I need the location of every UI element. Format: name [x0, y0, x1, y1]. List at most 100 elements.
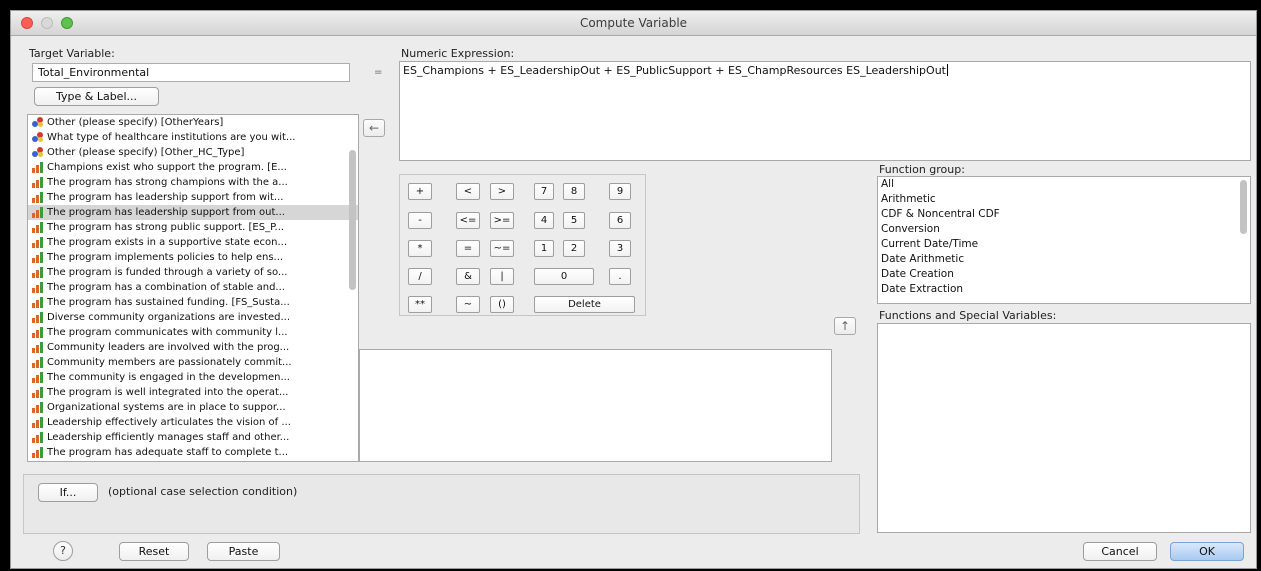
key-greater-equal[interactable]: >=: [490, 212, 514, 229]
variable-list-item[interactable]: Other (please specify) [OtherYears]: [28, 115, 358, 130]
function-group-label: Function group:: [879, 163, 965, 176]
variable-list-item[interactable]: The program exists in a supportive state…: [28, 235, 358, 250]
function-group-item[interactable]: Arithmetic: [878, 192, 1250, 207]
variable-list-item[interactable]: The program is well integrated into the …: [28, 385, 358, 400]
variable-list[interactable]: Other (please specify) [OtherYears] What …: [27, 114, 359, 462]
function-group-item[interactable]: Date Extraction: [878, 282, 1250, 297]
key-plus[interactable]: +: [408, 183, 432, 200]
target-variable-input[interactable]: [32, 63, 350, 82]
variable-list-item[interactable]: Other (please specify) [Other_HC_Type]: [28, 145, 358, 160]
variable-label: The program is funded through a variety …: [47, 267, 288, 278]
function-group-item[interactable]: Conversion: [878, 222, 1250, 237]
type-label-button[interactable]: Type & Label...: [34, 87, 159, 106]
move-to-expression-button[interactable]: ←: [363, 119, 385, 137]
function-group-item[interactable]: Current Date/Time: [878, 237, 1250, 252]
variable-list-item[interactable]: Champions exist who support the program.…: [28, 160, 358, 175]
variable-list-item[interactable]: The program implements policies to help …: [28, 250, 358, 265]
ordinal-variable-icon: [32, 252, 44, 263]
paste-button[interactable]: Paste: [207, 542, 280, 561]
key-divide[interactable]: /: [408, 268, 432, 285]
ordinal-variable-icon: [32, 342, 44, 353]
target-variable-label: Target Variable:: [29, 47, 115, 60]
variable-list-item[interactable]: The program has leadership support from …: [28, 205, 358, 220]
move-function-up-button[interactable]: ↑: [834, 317, 856, 335]
key-7[interactable]: 7: [534, 183, 554, 200]
key-equal[interactable]: =: [456, 240, 480, 257]
ordinal-variable-icon: [32, 447, 44, 458]
key-decimal[interactable]: .: [609, 268, 631, 285]
key-9[interactable]: 9: [609, 183, 631, 200]
cancel-button[interactable]: Cancel: [1083, 542, 1157, 561]
variable-list-item[interactable]: Community leaders are involved with the …: [28, 340, 358, 355]
variable-label: Other (please specify) [OtherYears]: [47, 117, 224, 128]
function-group-scrollbar[interactable]: [1240, 180, 1247, 234]
variable-list-item[interactable]: The program has strong public support. […: [28, 220, 358, 235]
variable-list-item[interactable]: The community is engaged in the developm…: [28, 370, 358, 385]
ordinal-variable-icon: [32, 327, 44, 338]
key-1[interactable]: 1: [534, 240, 554, 257]
function-group-item[interactable]: CDF & Noncentral CDF: [878, 207, 1250, 222]
key-less-than[interactable]: <: [456, 183, 480, 200]
expression-text: ES_Champions + ES_LeadershipOut + ES_Pub…: [403, 64, 946, 77]
ordinal-variable-icon: [32, 417, 44, 428]
key-0[interactable]: 0: [534, 268, 594, 285]
variable-list-item[interactable]: Organizational systems are in place to s…: [28, 400, 358, 415]
key-4[interactable]: 4: [534, 212, 554, 229]
if-button[interactable]: If...: [38, 483, 98, 502]
variable-label: The community is engaged in the developm…: [47, 372, 290, 383]
function-group-item[interactable]: Date Arithmetic: [878, 252, 1250, 267]
variable-list-scrollbar[interactable]: [349, 150, 356, 290]
key-less-equal[interactable]: <=: [456, 212, 480, 229]
functions-special-list[interactable]: [877, 323, 1251, 533]
variable-list-item[interactable]: Leadership effectively articulates the v…: [28, 415, 358, 430]
title-bar: Compute Variable: [11, 11, 1256, 36]
key-power[interactable]: **: [408, 296, 432, 313]
calculator-keypad: + < > 7 8 9 - <= >= 4 5 6 * = ~= 1 2 3 /…: [399, 174, 646, 316]
key-and[interactable]: &: [456, 268, 480, 285]
key-greater-than[interactable]: >: [490, 183, 514, 200]
function-group-list[interactable]: All Arithmetic CDF & Noncentral CDF Convers…: [877, 176, 1251, 304]
key-8[interactable]: 8: [563, 183, 585, 200]
key-multiply[interactable]: *: [408, 240, 432, 257]
variable-list-item[interactable]: What type of healthcare institutions are…: [28, 130, 358, 145]
key-parentheses[interactable]: (): [490, 296, 514, 313]
numeric-expression-textarea[interactable]: ES_Champions + ES_LeadershipOut + ES_Pub…: [399, 61, 1251, 161]
ok-button[interactable]: OK: [1170, 542, 1244, 561]
key-not[interactable]: ~: [456, 296, 480, 313]
variable-list-item[interactable]: Community members are passionately commi…: [28, 355, 358, 370]
function-group-item[interactable]: Date Creation: [878, 267, 1250, 282]
variable-list-item[interactable]: The program is funded through a variety …: [28, 265, 358, 280]
arrow-left-icon: ←: [368, 121, 380, 135]
key-not-equal[interactable]: ~=: [490, 240, 514, 257]
variable-list-item[interactable]: The program has adequate staff to comple…: [28, 445, 358, 460]
arrow-up-icon: ↑: [839, 319, 851, 333]
ordinal-variable-icon: [32, 207, 44, 218]
variable-list-item[interactable]: The program has sustained funding. [FS_S…: [28, 295, 358, 310]
key-minus[interactable]: -: [408, 212, 432, 229]
variable-label: Diverse community organizations are inve…: [47, 312, 291, 323]
ordinal-variable-icon: [32, 312, 44, 323]
variable-list-item[interactable]: The program has leadership support from …: [28, 190, 358, 205]
variable-label: Other (please specify) [Other_HC_Type]: [47, 147, 245, 158]
variable-label: The program communicates with community …: [47, 327, 288, 338]
key-6[interactable]: 6: [609, 212, 631, 229]
key-2[interactable]: 2: [563, 240, 585, 257]
help-button[interactable]: ?: [53, 541, 73, 561]
variable-list-item[interactable]: The program has strong champions with th…: [28, 175, 358, 190]
function-group-item[interactable]: All: [878, 177, 1250, 192]
ordinal-variable-icon: [32, 357, 44, 368]
variable-list-item[interactable]: The program communicates with community …: [28, 325, 358, 340]
variable-list-item[interactable]: Diverse community organizations are inve…: [28, 310, 358, 325]
key-5[interactable]: 5: [563, 212, 585, 229]
function-description-area: [359, 349, 832, 462]
functions-special-label: Functions and Special Variables:: [879, 309, 1057, 322]
variable-list-item[interactable]: The program has a combination of stable …: [28, 280, 358, 295]
equals-sign: =: [374, 67, 383, 78]
variable-list-item[interactable]: Leadership efficiently manages staff and…: [28, 430, 358, 445]
key-or[interactable]: |: [490, 268, 514, 285]
ordinal-variable-icon: [32, 297, 44, 308]
key-3[interactable]: 3: [609, 240, 631, 257]
reset-button[interactable]: Reset: [119, 542, 189, 561]
variable-label: Community members are passionately commi…: [47, 357, 292, 368]
key-delete[interactable]: Delete: [534, 296, 635, 313]
